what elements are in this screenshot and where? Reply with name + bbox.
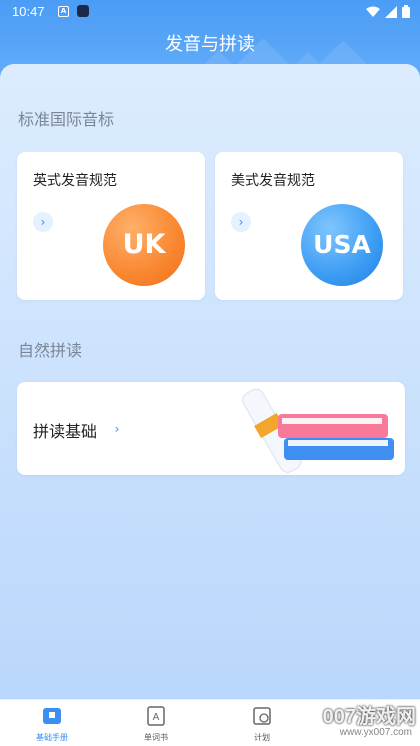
wifi-icon (366, 6, 380, 17)
books-illustration (242, 388, 394, 473)
tab-wordbook[interactable]: A 单词书 (116, 706, 196, 743)
uk-pronunciation-card[interactable]: 英式发音规范 › UK (17, 152, 205, 300)
card-label: 英式发音规范 (33, 173, 117, 189)
chevron-right-icon: › (231, 212, 251, 232)
notification-a-icon: A (58, 6, 69, 17)
tab-basics-manual[interactable]: 基础手册 (12, 706, 92, 743)
usa-pronunciation-card[interactable]: 美式发音规范 › USA (215, 152, 403, 300)
watermark-logo: 007游戏网 (322, 706, 416, 728)
section-title-phonetic: 标准国际音标 (18, 110, 115, 129)
card-label: 拼读基础 (33, 422, 98, 441)
usa-badge: USA (301, 204, 383, 286)
card-label: 美式发音规范 (231, 173, 315, 189)
tab-label: 基础手册 (36, 733, 68, 742)
chevron-right-icon: › (33, 212, 53, 232)
phonics-basics-card[interactable]: 拼读基础 › (17, 382, 405, 475)
tab-plan[interactable]: 计划 (222, 706, 302, 743)
plan-icon (253, 707, 271, 725)
status-bar: 10:47 A (0, 0, 420, 24)
handbook-icon (43, 708, 61, 724)
watermark-url: www.yx007.com (339, 727, 412, 738)
page-title: 发音与拼读 (165, 34, 255, 55)
tab-label: 单词书 (144, 733, 168, 742)
signal-icon (385, 5, 397, 18)
notification-app-icon (77, 5, 89, 17)
uk-badge: UK (103, 204, 185, 286)
tab-label: 计划 (254, 733, 270, 742)
status-time: 10:47 (12, 4, 45, 19)
battery-icon (402, 5, 410, 18)
status-icons (366, 5, 410, 18)
wordbook-icon: A (147, 706, 165, 726)
svg-text:A: A (153, 712, 160, 723)
section-title-phonics: 自然拼读 (18, 341, 83, 360)
chevron-right-icon: › (114, 422, 120, 436)
